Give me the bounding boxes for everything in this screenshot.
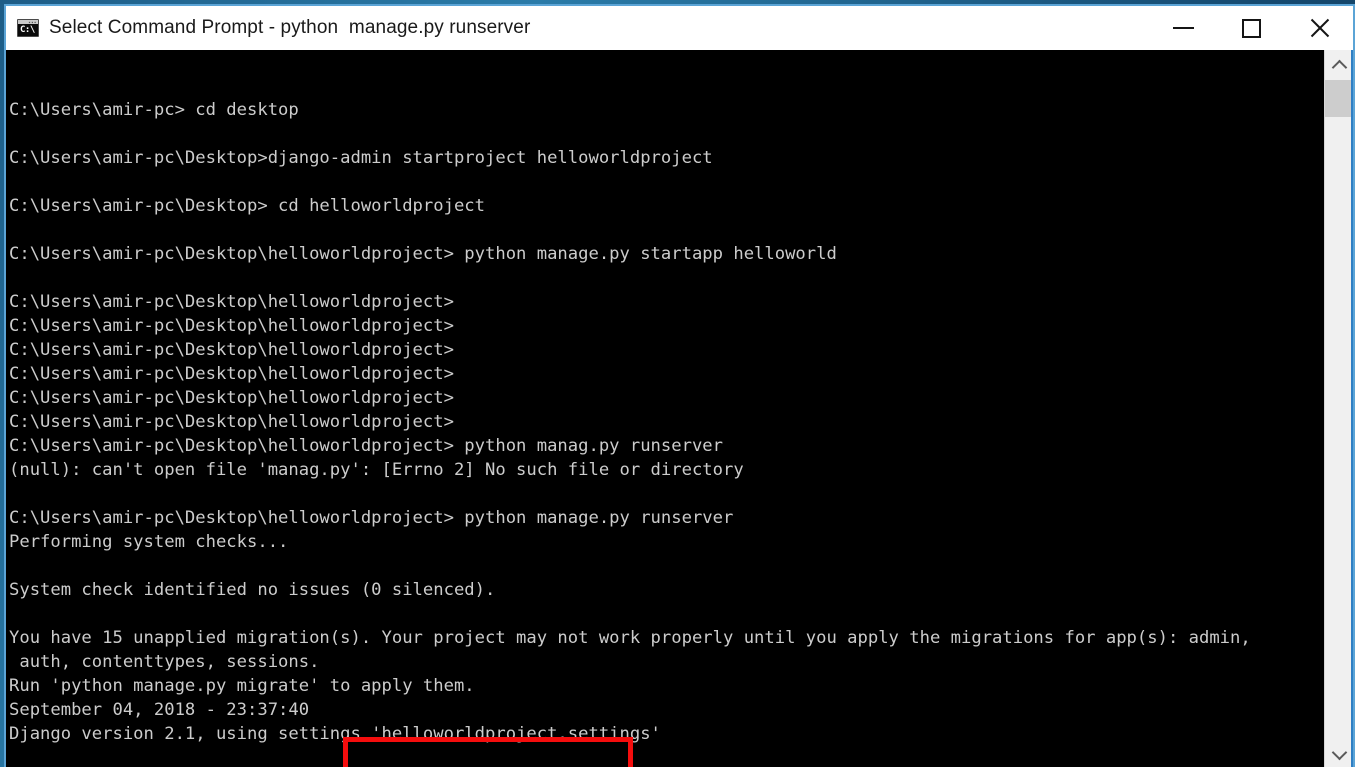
chevron-down-icon [1331,744,1347,760]
console-line: C:\Users\amir-pc\Desktop\helloworldproje… [9,508,734,528]
console-line: C:\Users\amir-pc\Desktop\helloworldproje… [9,340,454,360]
console-line: Run 'python manage.py migrate' to apply … [9,676,475,696]
scroll-up-button[interactable] [1325,50,1353,80]
scrollbar-thumb[interactable] [1325,80,1353,117]
title-bar[interactable]: ▪▪▪ C:\ Select Command Prompt - python m… [6,6,1353,50]
console-line: (null): can't open file 'manag.py': [Err… [9,460,744,480]
icon-prompt-text: C:\ [20,25,35,35]
close-icon [1308,17,1330,39]
console-line-list: C:\Users\amir-pc> cd desktop C:\Users\ami… [6,98,1324,746]
console-area: C:\Users\amir-pc> cd desktop C:\Users\ami… [6,50,1353,767]
minimize-icon [1172,27,1194,29]
window-title: Select Command Prompt - python manage.py… [49,17,531,38]
chevron-up-icon [1331,59,1347,75]
console-line: C:\Users\amir-pc\Desktop\helloworldproje… [9,436,723,456]
console-line: C:\Users\amir-pc\Desktop\helloworldproje… [9,316,454,336]
icon-titlebar-strip: ▪▪▪ [18,20,38,26]
console-line: auth, contenttypes, sessions. [9,652,320,672]
minimize-button[interactable] [1149,6,1217,50]
console-line: Django version 2.1, using settings 'hell… [9,724,661,744]
console-line: System check identified no issues (0 sil… [9,580,496,600]
console-line: C:\Users\amir-pc\Desktop\helloworldproje… [9,388,454,408]
console-line: C:\Users\amir-pc\Desktop>django-admin st… [9,148,713,168]
console-line: September 04, 2018 - 23:37:40 [9,700,310,720]
window-controls [1149,6,1353,50]
console-line: C:\Users\amir-pc\Desktop\helloworldproje… [9,244,837,264]
console-line: C:\Users\amir-pc\Desktop> cd helloworldp… [9,196,485,216]
console-scrollbar[interactable] [1324,50,1353,767]
console-line: C:\Users\amir-pc\Desktop\helloworldproje… [9,364,454,384]
console-line: C:\Users\amir-pc\Desktop\helloworldproje… [9,412,454,432]
console-line: Performing system checks... [9,532,289,552]
command-prompt-icon: ▪▪▪ C:\ [17,19,39,37]
command-prompt-window: ▪▪▪ C:\ Select Command Prompt - python m… [4,4,1355,767]
console-line: You have 15 unapplied migration(s). Your… [9,628,1251,648]
scrollbar-track[interactable] [1325,80,1353,739]
close-button[interactable] [1285,6,1353,50]
maximize-button[interactable] [1217,6,1285,50]
window-right-edge [1351,50,1353,767]
console-output[interactable]: C:\Users\amir-pc> cd desktop C:\Users\ami… [6,50,1324,767]
scroll-down-button[interactable] [1325,739,1353,767]
console-line: C:\Users\amir-pc\Desktop\helloworldproje… [9,292,454,312]
console-line: C:\Users\amir-pc> cd desktop [9,100,299,120]
maximize-icon [1241,18,1261,38]
